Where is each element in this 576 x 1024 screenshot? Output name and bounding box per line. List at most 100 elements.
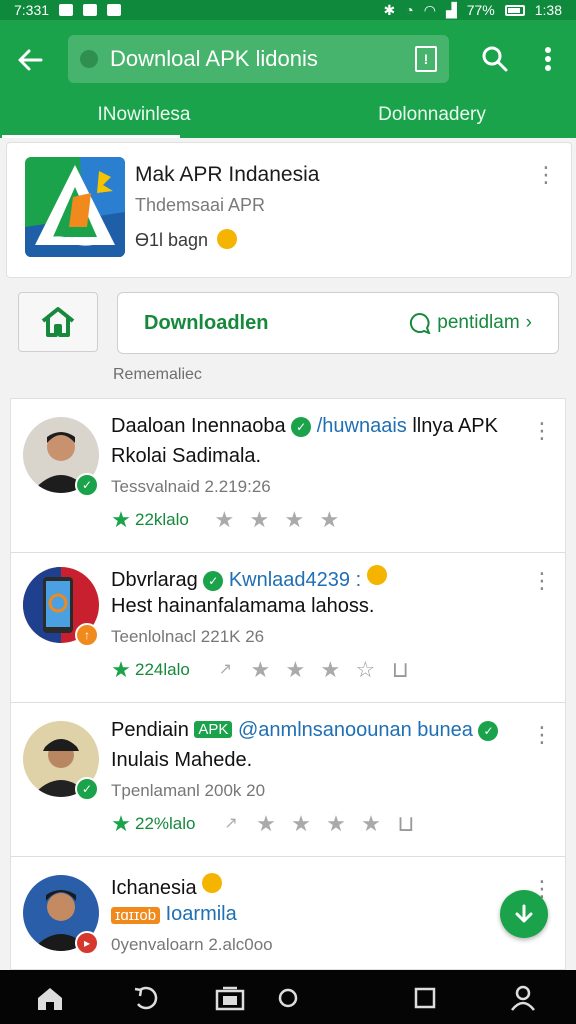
status-time-left: 7:331	[14, 2, 50, 18]
list-item[interactable]: ↑ Dbvrlarag ✓ Kwnlaad4239 : Hest hainanf…	[11, 549, 565, 703]
home-circle-icon[interactable]	[272, 982, 304, 1014]
chevron-right-icon: ›	[525, 312, 532, 333]
item-chip: ɪɑɪɪob	[111, 907, 161, 924]
more-vert-icon[interactable]: ⋮	[531, 721, 553, 749]
app-logo-icon	[25, 157, 125, 257]
status-time-right: 1:38	[534, 2, 562, 18]
item-title: Pendiain APK @anmlnsanoounan bunea ✓	[111, 719, 499, 742]
item-title-rest: llnya APK	[406, 415, 498, 437]
star-outline-icon[interactable]: ★	[284, 813, 319, 835]
app-meta-text: Ɵ1l bagn	[135, 230, 209, 250]
item-tag[interactable]: Kwnlaad4239 :	[229, 569, 361, 591]
retweet-icon[interactable]: ↗	[214, 813, 249, 835]
tab-first[interactable]: INowinlesa	[0, 100, 288, 138]
status-bar: 7:331 ✱ ◔ ◠ ▟ 77% 1:38	[0, 0, 576, 20]
star-icon: ★	[111, 507, 131, 532]
notification-icon	[83, 4, 98, 16]
home-icon[interactable]	[34, 982, 66, 1014]
home-icon	[41, 307, 75, 337]
item-text: ɪɑɪɪob Ioarmila	[111, 903, 237, 926]
back-icon[interactable]	[129, 982, 161, 1014]
item-author: Daaloan Inennaoba	[111, 415, 286, 437]
item-tag[interactable]: Ioarmila	[166, 903, 237, 925]
check-badge-icon: ✓	[75, 777, 99, 801]
list-item[interactable]: ▸ Ichanesia ɪɑɪɪob Ioarmila 0yenvaloarn …	[11, 857, 565, 969]
more-vert-icon[interactable]: ⋮	[531, 567, 553, 595]
arrow-left-icon[interactable]	[0, 30, 60, 90]
verified-icon: ✓	[291, 417, 312, 437]
bluetooth-icon: ✱	[383, 1, 396, 18]
apk-chip: APK	[194, 721, 233, 738]
scroll-down-button[interactable]	[500, 890, 548, 938]
battery-percent: 77%	[466, 2, 495, 18]
rating-count: 22%lalo	[135, 814, 196, 833]
arrow-down-icon	[515, 904, 533, 923]
item-tag[interactable]: @anmlnsanoounan bunea	[238, 719, 473, 741]
pending-label: pentidlam	[437, 312, 520, 333]
item-title: Dbvrlarag ✓ Kwnlaad4239 :	[111, 565, 387, 592]
home-button[interactable]	[18, 292, 98, 352]
rating-count: 224lalo	[135, 660, 190, 679]
item-text: Rkolai Sadimala.	[111, 445, 262, 467]
item-meta: 0yenvaloarn 2.alc0oo	[111, 935, 273, 954]
item-author: Dbvrlarag	[111, 569, 198, 591]
list-item[interactable]: ✓ Daaloan Inennaoba ✓ /huwnaais llnya AP…	[11, 399, 565, 553]
app-subtitle: Thdemsaai APR	[135, 195, 266, 215]
recents-icon[interactable]	[214, 982, 246, 1014]
account-icon[interactable]	[507, 982, 539, 1014]
item-author: Ichanesia	[111, 877, 197, 899]
star-icon: ★	[111, 657, 131, 682]
alarm-icon: ◔	[405, 2, 414, 18]
emoji-icon	[202, 873, 223, 893]
tab-second[interactable]: Dolonnadery	[288, 100, 576, 138]
item-meta: Teenlolnacl 221K 26	[111, 627, 265, 646]
star-half-icon[interactable]: ☆	[348, 659, 383, 681]
pending-link[interactable]: pentidlam ›	[409, 312, 532, 334]
list-item[interactable]: ✓ Pendiain APK @anmlnsanoounan bunea ✓ I…	[11, 703, 565, 857]
rating-row: ★ 224lalo ↗ ★ ★ ★ ☆ ⊔	[111, 659, 418, 681]
app-card[interactable]: Mak APR Indanesia Thdemsaai APR Ɵ1l bagn…	[6, 142, 572, 278]
update-badge-icon: ↑	[75, 623, 99, 647]
star-outline-icon[interactable]: ★	[313, 659, 348, 681]
item-text: Hest hainanfalamama lahoss.	[111, 595, 375, 617]
toolbar: Downloal APK lidonis !	[0, 20, 576, 100]
star-outline-icon[interactable]: ★	[207, 509, 242, 531]
item-title: Daaloan Inennaoba ✓ /huwnaais llnya APK	[111, 415, 498, 438]
more-vert-icon[interactable]	[525, 36, 571, 82]
share-tray-icon[interactable]: ⊔	[383, 659, 418, 681]
star-outline-icon[interactable]: ★	[242, 509, 277, 531]
rating-count: 22klalo	[135, 510, 189, 529]
star-outline-icon[interactable]: ★	[249, 813, 284, 835]
star-outline-icon[interactable]: ★	[278, 659, 313, 681]
share-icon[interactable]: !	[415, 46, 437, 72]
more-vert-icon[interactable]: ⋮	[531, 417, 553, 445]
star-outline-icon[interactable]: ★	[243, 659, 278, 681]
signal-icon: ▟	[445, 1, 457, 18]
star-outline-icon[interactable]: ★	[312, 509, 347, 531]
verified-icon: ✓	[203, 571, 224, 591]
battery-icon	[504, 4, 525, 16]
retweet-icon[interactable]: ↗	[208, 659, 243, 681]
item-meta: Tpenlamanl 200k 20	[111, 781, 266, 800]
url-text: Downloal APK lidonis	[110, 46, 318, 71]
star-outline-icon[interactable]: ★	[354, 813, 389, 835]
notification-icon	[107, 4, 122, 16]
star-outline-icon[interactable]: ★	[277, 509, 312, 531]
star-outline-icon[interactable]: ★	[319, 813, 354, 835]
system-nav-bar	[0, 970, 576, 1024]
overview-square-icon[interactable]	[409, 982, 441, 1014]
item-author: Pendiain	[111, 719, 189, 741]
tab-bar: INowinlesa Dolonnadery	[0, 100, 576, 138]
verified-badge-icon: ✓	[75, 473, 99, 497]
item-tag[interactable]: /huwnaais	[317, 415, 407, 437]
chat-icon	[410, 312, 431, 334]
search-icon[interactable]	[472, 36, 518, 82]
item-text: Inulais Mahede.	[111, 749, 253, 771]
download-button[interactable]: Downloadlen pentidlam ›	[117, 292, 559, 354]
url-bar[interactable]: Downloal APK lidonis !	[68, 35, 449, 83]
rating-row: ★ 22klalo ★ ★ ★ ★	[111, 509, 347, 531]
notification-icon	[59, 4, 74, 16]
share-tray-icon[interactable]: ⊔	[389, 813, 424, 835]
lock-icon	[80, 50, 98, 68]
more-vert-icon[interactable]: ⋮	[535, 161, 557, 189]
